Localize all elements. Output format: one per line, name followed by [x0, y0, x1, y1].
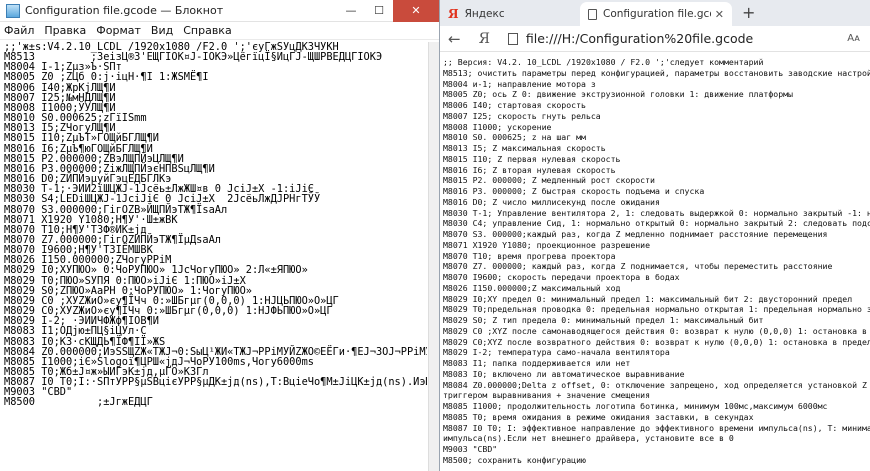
browser-tab-bar: Я Яндекс Configuration file.gcode ✕ +: [440, 0, 870, 26]
minimize-button[interactable]: —: [337, 0, 365, 22]
tab-close-icon[interactable]: ✕: [715, 8, 724, 21]
menu-format[interactable]: Формат: [96, 24, 141, 37]
text-line: M8500 ;±ЈгжЕДЦГ: [4, 396, 153, 409]
back-arrow-icon[interactable]: ←: [448, 30, 461, 48]
text-line: M8070 I9600; скорость передачи проектора…: [443, 272, 680, 282]
maximize-button[interactable]: ☐: [365, 0, 393, 22]
url-field[interactable]: file:///H:/Configuration%20file.gcode: [526, 31, 847, 46]
text-line: M8071 X1920 Y1080; проекционное разрешен…: [443, 239, 651, 250]
desktop: Я Яндекс Configuration file.gcode ✕ + ← …: [0, 0, 870, 471]
tab-label: Configuration file.gcode: [603, 8, 711, 20]
text-line: M8030 T-1; Управление вентилятора 2, 1: …: [443, 207, 870, 218]
text-line: M8029 C0 ;XYZ после самонаводящегося дей…: [443, 325, 867, 336]
text-line: M8005 Z0; ось Z 0: движение экструзионно…: [443, 89, 793, 100]
text-line: M8006 I40; стартовая скорость: [443, 100, 586, 110]
text-line: M8070 T10; время прогрева проектора: [443, 250, 616, 261]
notepad-app-icon: [6, 3, 20, 18]
file-icon: [507, 32, 518, 45]
vertical-scrollbar[interactable]: [428, 42, 439, 471]
text-line: M8085 T0; время ожидания в режиме ожидан…: [443, 411, 754, 422]
text-line: M8070 Z7. 000000; каждый раз, когда Z по…: [443, 261, 833, 272]
text-line: M8004 и-1; направление мотора з: [443, 78, 596, 89]
menu-file[interactable]: Файл: [4, 24, 34, 37]
text-line: M8083 I1; папка поддерживается или нет: [443, 358, 631, 368]
text-line: M8029 I-2; температура само-начала венти…: [443, 347, 670, 358]
notepad-text-area[interactable]: ;;'ж±s:V4.2.10_LCDL /1920x1080 /F2.0 ';'…: [4, 42, 427, 471]
text-line: M8016 D0; Z число миллисекунд после ожид…: [443, 196, 660, 207]
text-line: M8016 I6; Z вторая нулевая скорость: [443, 164, 616, 175]
text-line: M8008 I1000; ускорение: [443, 121, 552, 132]
text-line: M8030 S4;LЕDіШЦЖЈ-1ЈсіЈіЄ 0 ЈсіЈ±Х 2Јсёь…: [4, 193, 321, 206]
notepad-title-bar: Configuration file.gcode — Блокнот — ☐ ✕: [0, 0, 439, 22]
text-line: ;; Версия: V4.2. 10_LCDL /1920x1080 / F2…: [443, 57, 764, 67]
text-line: M8013 I5; Z максимальная скорость: [443, 143, 606, 153]
text-line: M8016 P3. 000000; Z быстрая скорость под…: [443, 186, 705, 196]
text-line: M8029 C0;XYZ после возвратного действия …: [443, 336, 870, 347]
text-line: M8029 T0;предельная проводка 0: предельн…: [443, 304, 870, 315]
new-tab-button[interactable]: +: [732, 3, 765, 26]
text-line: M8029 I0;XY предел 0: минимальный предел…: [443, 293, 853, 304]
text-line: M8029 S0; Z тип предела 0: минимальный п…: [443, 315, 764, 325]
notepad-window: Configuration file.gcode — Блокнот — ☐ ✕…: [0, 0, 440, 471]
text-line: M8015 I10; Z первая нулевая скорость: [443, 153, 621, 164]
text-line: триггером выравнивания + значение смещен…: [443, 390, 651, 401]
text-line: M9003 "CBD": [443, 444, 498, 454]
menu-help[interactable]: Справка: [183, 24, 231, 37]
tab-configuration-file[interactable]: Configuration file.gcode ✕: [580, 2, 732, 26]
text-line: M8070 S3. 000000;каждый раз, когда Z мед…: [443, 229, 828, 239]
text-line: M8007 I25; скорость гнуть рельса: [443, 110, 601, 121]
text-line: M8030 C4; управление Сид, 1: нормально о…: [443, 218, 870, 229]
address-bar: ← Я file:///H:/Configuration%20file.gcod…: [440, 26, 870, 52]
browser-content: ;; Версия: V4.2. 10_LCDL /1920x1080 / F2…: [443, 57, 870, 471]
reader-mode-icon[interactable]: Aᴀ: [847, 33, 870, 44]
text-line: M8015 P2. 000000; Z медленный рост скоро…: [443, 175, 655, 186]
notepad-menu-bar: Файл Правка Формат Вид Справка: [0, 22, 439, 40]
tab-yandex[interactable]: Я Яндекс: [440, 2, 580, 26]
yandex-home-icon[interactable]: Я: [479, 31, 490, 47]
tab-label: Яндекс: [464, 8, 505, 20]
text-line: M8085 I1000; продолжительность логотипа …: [443, 401, 828, 411]
menu-edit[interactable]: Правка: [44, 24, 86, 37]
window-title: Configuration file.gcode — Блокнот: [25, 4, 224, 17]
close-button[interactable]: ✕: [393, 0, 439, 22]
text-line: M8026 I150.000000;Z максимальный ход: [443, 282, 621, 293]
text-line: M8083 I1;ОДјю±ПЦ§іЦУл·С: [4, 325, 147, 338]
yandex-logo-icon: Я: [448, 7, 459, 21]
browser-window: Я Яндекс Configuration file.gcode ✕ + ← …: [440, 0, 870, 471]
menu-view[interactable]: Вид: [151, 24, 173, 37]
text-line: M8084 Z0.000000;Delta z offset, 0: отклю…: [443, 379, 867, 390]
text-line: M8513; очистить параметры перед конфигур…: [443, 67, 870, 78]
text-line: M8087 I0 T0; I: эффективное направление …: [443, 422, 870, 433]
text-line: импульса(ns).Если нет внешнего драйвера,…: [443, 433, 734, 444]
text-line: M8010 S0. 000625; z на шаг мм: [443, 132, 586, 143]
file-icon: [588, 8, 597, 20]
text-line: M8500; сохранить конфигурацию: [443, 454, 586, 465]
text-line: M8083 I0; включено ли автоматическое выр…: [443, 368, 685, 379]
